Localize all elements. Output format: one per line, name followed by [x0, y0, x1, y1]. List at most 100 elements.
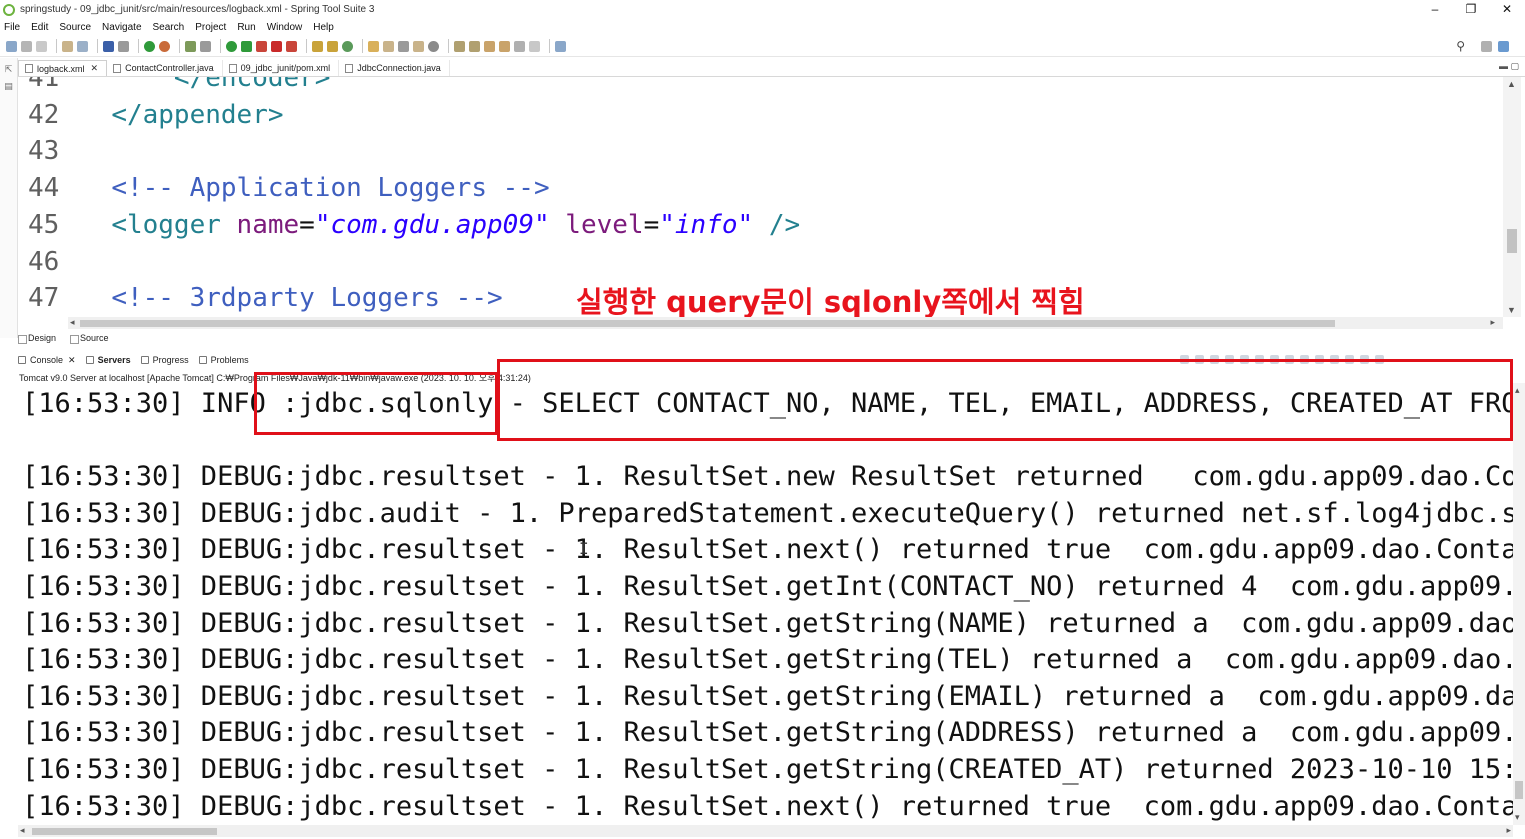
restart-icon[interactable] [159, 40, 170, 52]
package-explorer-icon[interactable]: ▤ [0, 81, 17, 92]
settings-icon[interactable] [200, 40, 211, 52]
stop-icon[interactable] [271, 40, 282, 52]
menu-search[interactable]: Search [153, 22, 185, 33]
scroll-thumb[interactable] [80, 320, 1335, 327]
code-line[interactable]: 43 [18, 133, 111, 169]
pin-editor-icon[interactable] [555, 40, 566, 52]
menu-file[interactable]: File [4, 22, 20, 33]
forward-edit-icon[interactable] [499, 40, 510, 52]
forward-icon[interactable] [529, 40, 540, 52]
progress-icon [140, 356, 149, 364]
open-folder-icon[interactable] [383, 40, 394, 52]
editor-horizontal-scrollbar[interactable]: ◂ ▸ [68, 317, 1503, 329]
save-icon[interactable] [21, 40, 32, 52]
scroll-down-icon[interactable]: ▼ [1507, 305, 1516, 315]
scroll-right-icon[interactable]: ▸ [1506, 825, 1511, 836]
line-number: 42 [28, 99, 60, 130]
code-line[interactable]: 45 <logger name="com.gdu.app09" level="i… [18, 207, 800, 243]
tab-problems[interactable]: Problems [198, 355, 249, 365]
code-token: /> [768, 209, 801, 240]
code-token: "com.gdu.app09" [314, 209, 550, 240]
print-icon[interactable] [62, 40, 73, 52]
tab-servers[interactable]: Servers [85, 355, 131, 365]
menu-navigate[interactable]: Navigate [102, 22, 141, 33]
external-tools-icon[interactable] [286, 40, 297, 52]
tab-pom-xml[interactable]: 09_jdbc_junit/pom.xml [223, 60, 340, 76]
console-horizontal-scrollbar[interactable]: ◂ ▸ [18, 825, 1513, 837]
console-line: [16:53:30] DEBUG:jdbc.resultset - 1. Res… [22, 680, 1513, 712]
console-output[interactable]: [16:53:30] INFO :jdbc.sqlonly - SELECT C… [18, 383, 1513, 825]
editor-min-max-icon[interactable]: ▬ ▢ [1499, 61, 1519, 72]
toolbar-separator [56, 39, 57, 53]
menu-run[interactable]: Run [237, 22, 255, 33]
tab-console[interactable]: Console ✕ [18, 355, 76, 366]
close-icon[interactable]: ✕ [91, 63, 99, 74]
skip-breakpoints-icon[interactable] [118, 40, 129, 52]
code-line[interactable]: 46 [18, 244, 111, 280]
tab-label: JdbcConnection.java [357, 63, 441, 73]
last-edit-icon[interactable] [484, 40, 495, 52]
close-icon[interactable]: ✕ [68, 355, 76, 366]
close-button[interactable]: ✕ [1489, 0, 1525, 19]
run-icon[interactable] [226, 40, 237, 52]
scroll-up-icon[interactable]: ▴ [1515, 385, 1520, 396]
code-line[interactable]: 47 <!-- 3rdparty Loggers --> [18, 280, 503, 316]
scroll-down-icon[interactable]: ▾ [1515, 812, 1520, 823]
search-icon[interactable]: ⚲ [1456, 39, 1465, 53]
menu-window[interactable]: Window [267, 22, 303, 33]
code-line[interactable]: 41 </encoder> [18, 77, 330, 96]
open-perspective-icon[interactable] [1481, 40, 1492, 52]
code-line[interactable]: 42 </appender> [18, 97, 284, 133]
back-icon[interactable] [514, 40, 525, 52]
scroll-thumb[interactable] [1507, 229, 1517, 253]
restore-icon[interactable]: ⇱ [0, 64, 17, 75]
menu-help[interactable]: Help [313, 22, 334, 33]
java-ee-perspective-icon[interactable] [1498, 40, 1509, 52]
menu-project[interactable]: Project [195, 22, 226, 33]
java-file-icon [345, 63, 354, 73]
scroll-up-icon[interactable]: ▲ [1507, 79, 1516, 89]
search-globe-icon[interactable] [428, 40, 439, 52]
scroll-left-icon[interactable]: ◂ [70, 317, 75, 328]
tab-source[interactable]: Source [70, 333, 109, 344]
open-file-icon[interactable] [413, 40, 424, 52]
menu-source[interactable]: Source [59, 22, 91, 33]
tab-design[interactable]: Design [18, 333, 56, 344]
tab-logback-xml[interactable]: logback.xml ✕ [18, 60, 108, 76]
console-line: [16:53:30] DEBUG:jdbc.resultset - 1. Res… [22, 644, 1513, 676]
run-dropdown-icon[interactable] [241, 40, 252, 52]
prev-annotation-icon[interactable] [469, 40, 480, 52]
problems-icon [198, 356, 207, 364]
next-annotation-icon[interactable] [454, 40, 465, 52]
new-class-icon[interactable] [342, 40, 353, 52]
maximize-button[interactable]: ❐ [1453, 0, 1489, 19]
tab-jdbc-connection[interactable]: JdbcConnection.java [339, 60, 450, 76]
minimize-button[interactable]: – [1417, 0, 1453, 19]
menu-edit[interactable]: Edit [31, 22, 48, 33]
debug-icon[interactable] [256, 40, 267, 52]
left-minimized-strip: ⇱ ▤ [0, 58, 18, 338]
line-number: 44 [28, 173, 60, 204]
editor-vertical-scrollbar[interactable]: ▲ ▼ [1503, 77, 1521, 317]
code-line[interactable]: 44 <!-- Application Loggers --> [18, 170, 550, 206]
tab-contact-controller[interactable]: ContactController.java [107, 60, 223, 76]
tab-progress[interactable]: Progress [140, 355, 189, 365]
scroll-left-icon[interactable]: ◂ [20, 825, 25, 836]
code-token: = [643, 209, 660, 240]
build-icon[interactable] [185, 40, 196, 52]
start-server-icon[interactable] [144, 40, 155, 52]
copy-icon[interactable] [77, 40, 88, 52]
open-type-icon[interactable] [368, 40, 379, 52]
line-number: 46 [28, 246, 60, 277]
pen-icon[interactable] [398, 40, 409, 52]
new-java-project-icon[interactable] [312, 40, 323, 52]
new-icon[interactable] [6, 40, 17, 52]
new-package-icon[interactable] [327, 40, 338, 52]
scroll-thumb[interactable] [1515, 781, 1523, 799]
console-vertical-scrollbar[interactable]: ▴ ▾ [1513, 383, 1525, 825]
scroll-thumb[interactable] [32, 828, 217, 835]
save-all-icon[interactable] [36, 40, 47, 52]
scroll-right-icon[interactable]: ▸ [1490, 317, 1495, 328]
terminal-icon[interactable] [103, 40, 114, 52]
